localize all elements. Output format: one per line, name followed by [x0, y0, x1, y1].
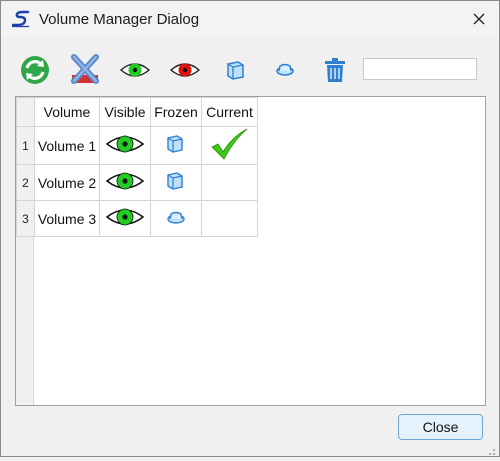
- table-row[interactable]: 2 Volume 2: [16, 164, 258, 201]
- frozen-cube-icon: [227, 61, 244, 80]
- visible-cell[interactable]: [99, 200, 151, 237]
- column-header-volume[interactable]: Volume: [34, 97, 100, 127]
- eye-green-icon: [105, 172, 145, 190]
- row-number[interactable]: 2: [16, 164, 35, 201]
- resize-grip-icon[interactable]: [486, 443, 496, 455]
- frozen-cell[interactable]: [150, 200, 202, 237]
- volume-table: Volume Visible Frozen Current 1 Volume 1: [16, 97, 258, 237]
- eye-green-icon: [119, 63, 151, 77]
- row-number[interactable]: 3: [16, 200, 35, 237]
- refresh-icon: [21, 56, 49, 84]
- thawed-cube-icon: [167, 211, 185, 224]
- frozen-cell[interactable]: [150, 126, 202, 165]
- volume-name-cell[interactable]: Volume 1: [34, 126, 100, 165]
- trash-icon: [325, 58, 345, 82]
- frozen-cell[interactable]: [150, 164, 202, 201]
- thawed-cube-icon: [276, 63, 294, 76]
- app-logo-icon: [11, 10, 31, 28]
- window-title: Volume Manager Dialog: [39, 11, 200, 28]
- corner-cell: [16, 97, 35, 127]
- current-cell[interactable]: [201, 126, 258, 165]
- column-header-frozen[interactable]: Frozen: [150, 97, 202, 127]
- search-input[interactable]: [363, 58, 477, 80]
- header-row: Volume Visible Frozen Current: [16, 97, 258, 127]
- frozen-cube-icon: [167, 135, 183, 153]
- current-cell[interactable]: [201, 164, 258, 201]
- volume-grid: Volume Visible Frozen Current 1 Volume 1: [15, 96, 486, 406]
- current-cell[interactable]: [201, 200, 258, 237]
- x-delete-icon: [71, 54, 99, 84]
- trash-button[interactable]: [318, 53, 352, 87]
- row-number[interactable]: 1: [16, 126, 35, 165]
- delete-volume-button[interactable]: [68, 53, 102, 87]
- title-bar: Volume Manager Dialog: [1, 1, 499, 37]
- table-row[interactable]: 1 Volume 1: [16, 126, 258, 165]
- volume-manager-dialog: Volume Manager Dialog Volume Visible Fro…: [0, 0, 500, 457]
- frozen-cube-icon: [167, 172, 183, 190]
- visible-cell[interactable]: [99, 164, 151, 201]
- volume-name-cell[interactable]: Volume 2: [34, 164, 100, 201]
- column-header-visible[interactable]: Visible: [99, 97, 151, 127]
- eye-green-icon: [105, 208, 145, 226]
- refresh-button[interactable]: [18, 53, 52, 87]
- table-row[interactable]: 3 Volume 3: [16, 200, 258, 237]
- freeze-button[interactable]: [218, 53, 252, 87]
- eye-red-icon: [169, 63, 201, 77]
- checkmark-icon: [210, 128, 247, 160]
- close-window-button[interactable]: [469, 9, 489, 29]
- thaw-button[interactable]: [268, 53, 302, 87]
- column-header-current[interactable]: Current: [201, 97, 258, 127]
- eye-green-icon: [105, 135, 145, 153]
- hide-button[interactable]: [168, 53, 202, 87]
- visible-cell[interactable]: [99, 126, 151, 165]
- show-button[interactable]: [118, 53, 152, 87]
- volume-name-cell[interactable]: Volume 3: [34, 200, 100, 237]
- close-button[interactable]: Close: [398, 414, 483, 440]
- close-icon: [473, 13, 485, 25]
